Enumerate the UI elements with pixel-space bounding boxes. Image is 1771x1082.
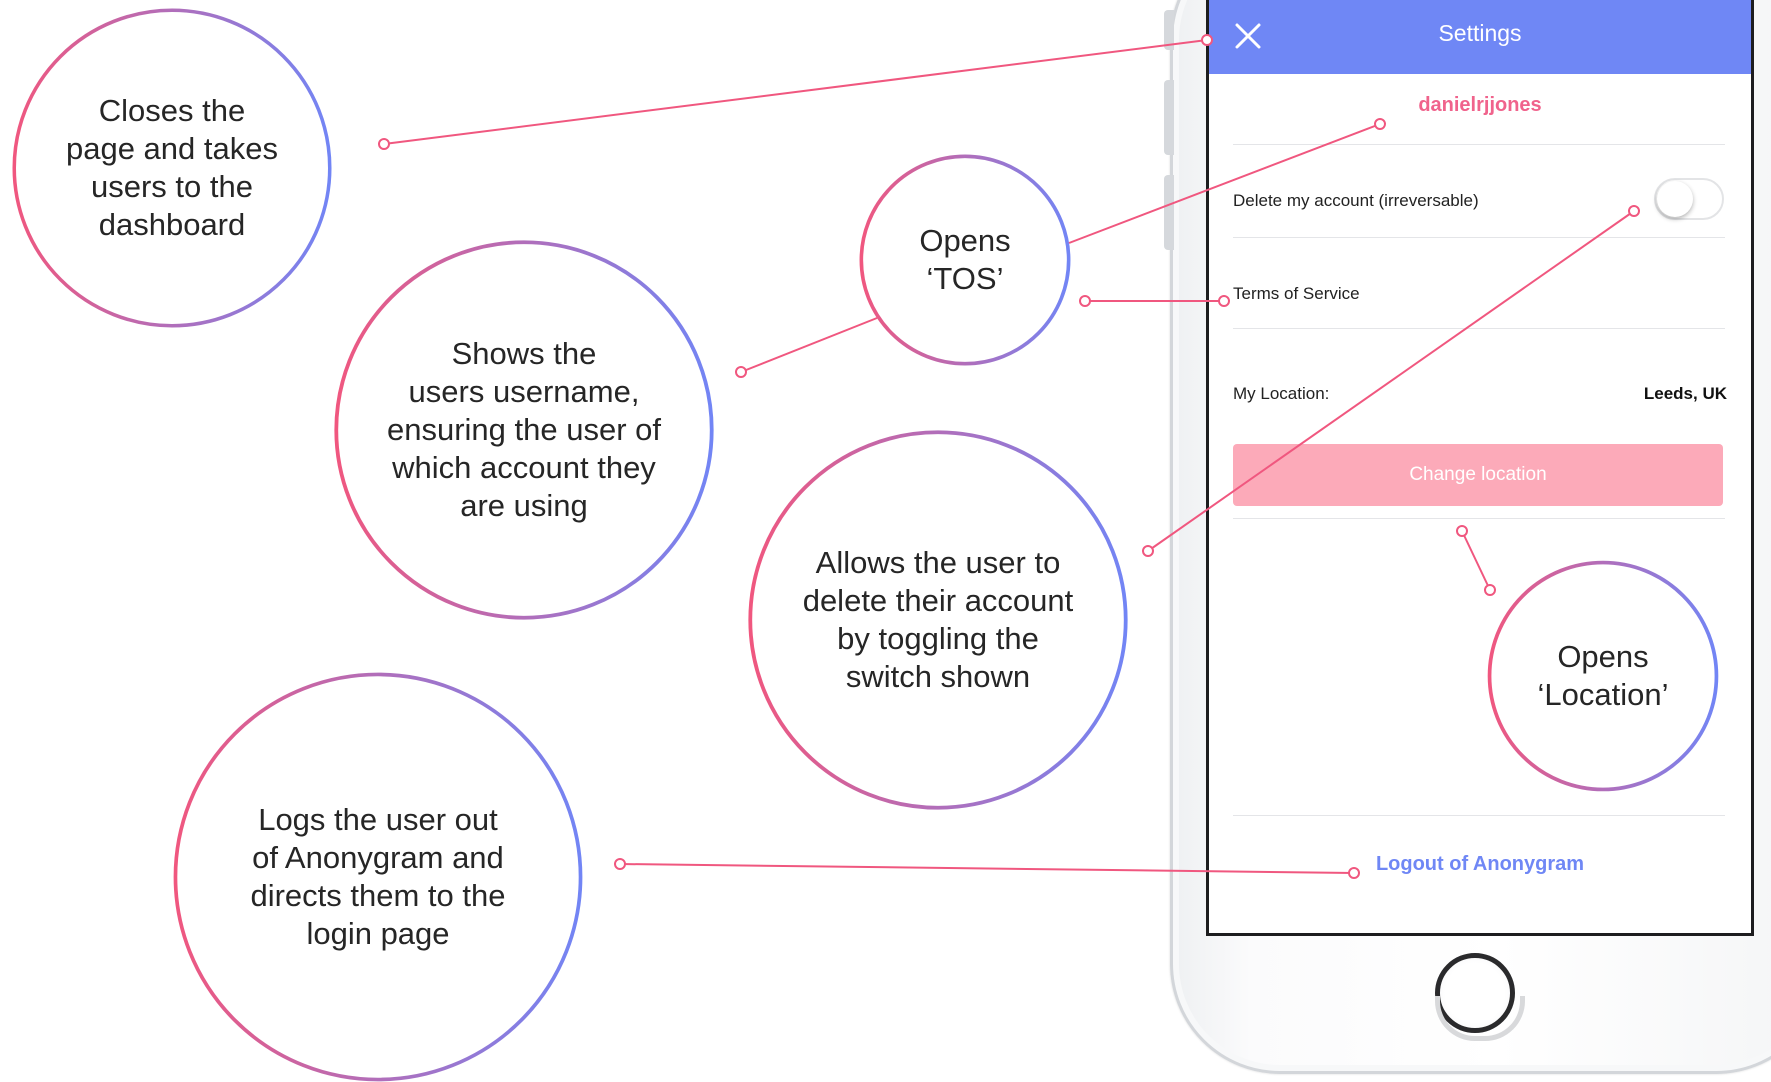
- annotation-text: Opens ‘Location’: [1537, 639, 1669, 712]
- annotation-text: Allows the user to delete their account …: [802, 545, 1074, 694]
- annotation-text: Opens ‘TOS’: [919, 223, 1011, 296]
- connector-username-tail: [740, 317, 878, 373]
- annotation-username: Shows the users username, ensuring the u…: [334, 240, 714, 620]
- connector-dot: [1079, 295, 1091, 307]
- divider: [1233, 144, 1725, 145]
- toggle-knob: [1657, 181, 1693, 217]
- nav-bar: Settings: [1209, 0, 1751, 74]
- divider: [1233, 518, 1725, 519]
- home-button[interactable]: [1435, 953, 1525, 1041]
- connector-dot: [735, 366, 747, 378]
- change-location-button[interactable]: Change location: [1233, 444, 1723, 506]
- delete-account-toggle[interactable]: [1654, 178, 1724, 220]
- annotation-delete: Allows the user to delete their account …: [748, 430, 1128, 810]
- divider: [1233, 237, 1725, 238]
- annotation-location: Opens ‘Location’: [1487, 560, 1719, 792]
- volume-down-button: [1164, 175, 1174, 250]
- divider: [1233, 815, 1725, 816]
- annotation-logout: Logs the user out of Anonygram and direc…: [173, 672, 583, 1082]
- username-label: danielrjjones: [1418, 94, 1542, 116]
- terms-of-service-link[interactable]: Terms of Service: [1233, 284, 1360, 304]
- volume-up-button: [1164, 80, 1174, 155]
- connector-dot: [378, 138, 390, 150]
- page-title: Settings: [1438, 20, 1522, 46]
- annotation-close: Closes the page and takes users to the d…: [12, 8, 332, 328]
- location-label: My Location:: [1233, 384, 1330, 403]
- annotation-text: Closes the page and takes users to the d…: [65, 93, 278, 242]
- location-value: Leeds, UK: [1643, 384, 1727, 403]
- connector-dot: [1142, 545, 1154, 557]
- annotation-text: Logs the user out of Anonygram and direc…: [250, 802, 506, 951]
- logout-link[interactable]: Logout of Anonygram: [1209, 853, 1751, 876]
- annotated-mockup: Settings danielrjjones Delete my account…: [0, 0, 1771, 1082]
- divider: [1233, 328, 1725, 329]
- silent-switch: [1164, 10, 1174, 50]
- annotation-tos: Opens ‘TOS’: [859, 154, 1071, 366]
- delete-account-label: Delete my account (irreversable): [1233, 191, 1479, 210]
- settings-screen: Settings danielrjjones Delete my account…: [1206, 0, 1754, 936]
- connector-dot: [614, 858, 626, 870]
- connector-close: [383, 39, 1208, 145]
- annotation-text: Shows the users username, ensuring the u…: [386, 336, 661, 523]
